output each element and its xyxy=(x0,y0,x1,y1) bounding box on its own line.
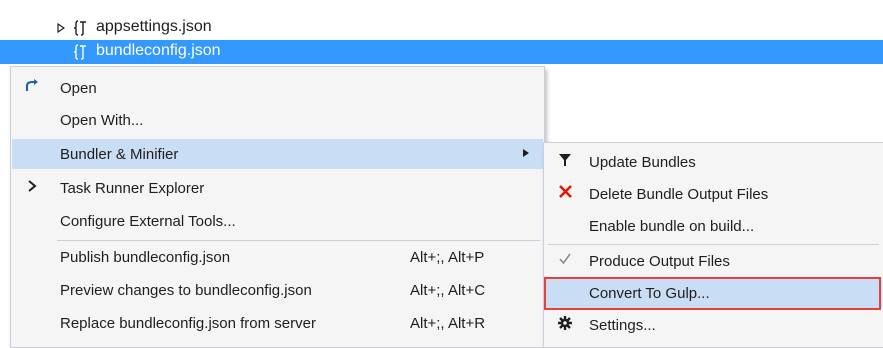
menu-item-publish[interactable]: Publish bundleconfig.json Alt+;, Alt+P xyxy=(12,242,543,272)
menu-item-label: Replace bundleconfig.json from server xyxy=(60,314,316,332)
shortcut-label: Alt+;, Alt+P xyxy=(410,248,485,266)
shortcut-label: Alt+;, Alt+C xyxy=(410,281,486,299)
json-file-icon xyxy=(73,43,89,61)
json-file-icon xyxy=(73,19,89,37)
submenu-item-delete-bundle-output[interactable]: Delete Bundle Output Files xyxy=(545,179,882,209)
red-x-icon xyxy=(555,185,575,203)
menu-item-label: Enable bundle on build... xyxy=(589,217,755,235)
submenu-item-produce-output-files[interactable]: Produce Output Files xyxy=(545,246,882,276)
open-arrow-icon xyxy=(22,78,42,98)
menu-item-task-runner-explorer[interactable]: Task Runner Explorer xyxy=(12,173,543,203)
menu-item-open[interactable]: Open xyxy=(12,73,543,103)
menu-separator xyxy=(57,240,540,241)
gear-icon xyxy=(555,315,575,335)
menu-item-label: Configure External Tools... xyxy=(60,212,236,230)
tree-item-appsettings[interactable]: appsettings.json xyxy=(0,16,883,40)
menu-item-label: Settings... xyxy=(589,316,656,334)
menu-item-label: Bundler & Minifier xyxy=(60,145,179,163)
submenu-arrow-icon xyxy=(523,148,529,160)
chevron-right-icon xyxy=(22,179,42,197)
shortcut-label: Alt+;, Alt+R xyxy=(410,314,486,332)
submenu-item-update-bundles[interactable]: Update Bundles xyxy=(545,147,882,177)
menu-item-label: Open With... xyxy=(60,111,144,129)
bundler-submenu: Update Bundles Delete Bundle Output File… xyxy=(543,142,883,348)
menu-item-bundler-minifier[interactable]: Bundler & Minifier xyxy=(12,139,543,169)
menu-item-label: Preview changes to bundleconfig.json xyxy=(60,281,312,299)
menu-item-replace-from-server[interactable]: Replace bundleconfig.json from server Al… xyxy=(12,308,543,338)
highlight-box xyxy=(544,277,881,310)
submenu-item-settings[interactable]: Settings... xyxy=(545,310,882,340)
menu-item-label: Task Runner Explorer xyxy=(60,179,205,197)
context-menu: Open Open With... Bundler & Minifier Tas… xyxy=(10,66,545,348)
menu-item-label: Delete Bundle Output Files xyxy=(589,185,769,203)
menu-item-label: Open xyxy=(60,79,97,97)
tree-item-label: appsettings.json xyxy=(96,18,212,35)
menu-item-label: Update Bundles xyxy=(589,153,696,171)
funnel-icon xyxy=(555,153,575,172)
expand-arrow-icon[interactable] xyxy=(54,16,68,40)
checkmark-icon xyxy=(555,252,575,270)
menu-item-configure-external-tools[interactable]: Configure External Tools... xyxy=(12,206,543,236)
submenu-item-enable-bundle-on-build[interactable]: Enable bundle on build... xyxy=(545,211,882,241)
menu-item-label: Produce Output Files xyxy=(589,252,730,270)
tree-item-label: bundleconfig.json xyxy=(96,42,221,59)
tree-item-bundleconfig[interactable]: bundleconfig.json xyxy=(0,40,883,64)
menu-item-open-with[interactable]: Open With... xyxy=(12,105,543,135)
menu-item-label: Publish bundleconfig.json xyxy=(60,248,231,266)
menu-item-preview-changes[interactable]: Preview changes to bundleconfig.json Alt… xyxy=(12,275,543,305)
menu-separator xyxy=(548,244,879,245)
